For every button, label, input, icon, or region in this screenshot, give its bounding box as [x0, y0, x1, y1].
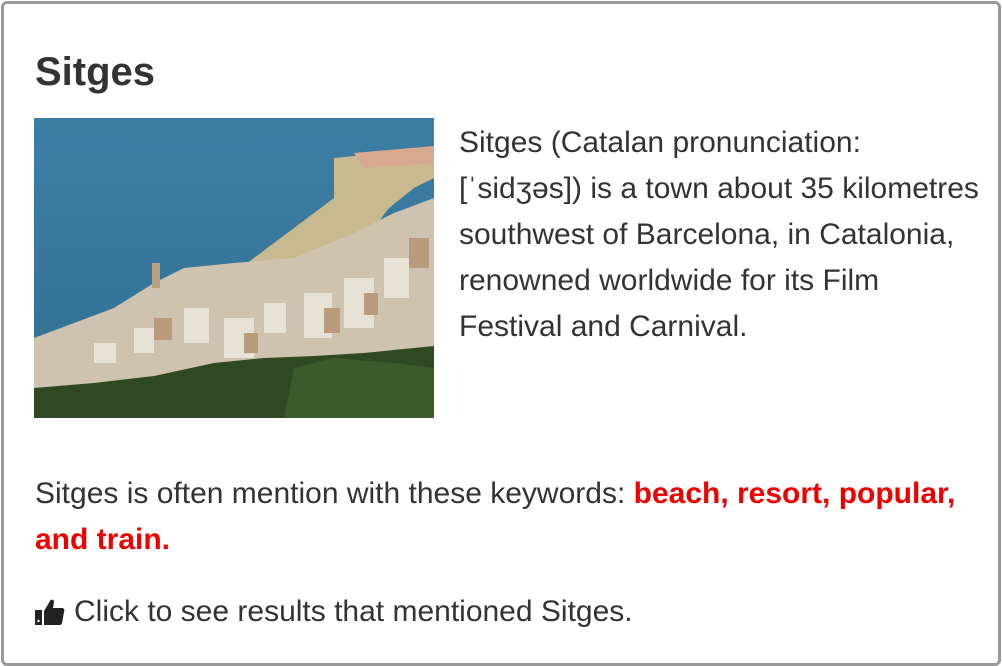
- town-description: Sitges (Catalan pronunciation: [ˈsidʒəs]…: [459, 126, 979, 343]
- info-card: Sitges Sitges (Catalan pronunciation: [ˈ…: [1, 1, 1001, 666]
- see-results-link[interactable]: Click to see results that mentioned Sitg…: [34, 592, 633, 632]
- keywords-line: Sitges is often mention with these keywo…: [35, 471, 975, 563]
- page-title: Sitges: [35, 50, 156, 94]
- thumbs-up-icon: [34, 597, 66, 627]
- see-results-label: Click to see results that mentioned Sitg…: [74, 595, 633, 628]
- keywords-prefix: Sitges is often mention with these keywo…: [35, 477, 634, 510]
- town-photo: [34, 118, 434, 418]
